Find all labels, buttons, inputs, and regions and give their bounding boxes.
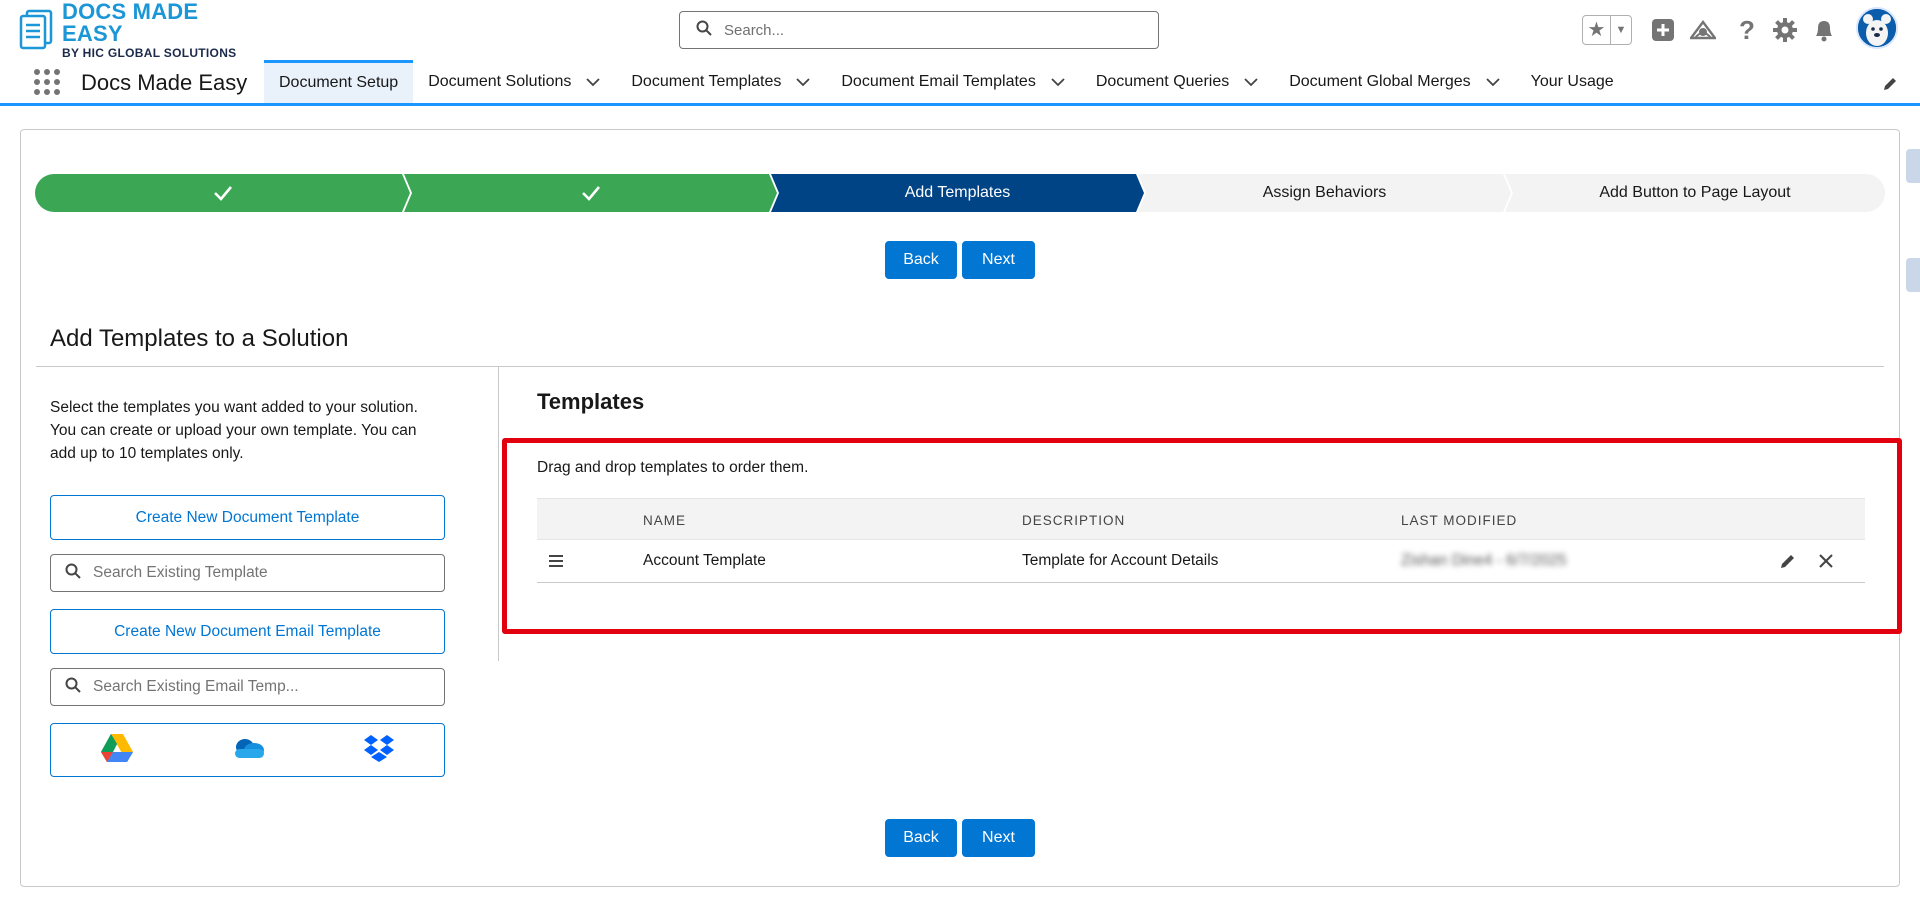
global-actions-add-icon[interactable] <box>1650 17 1676 43</box>
tab-your-usage[interactable]: Your Usage <box>1516 60 1629 103</box>
path-step-3[interactable]: Add Templates <box>771 174 1144 212</box>
table-row[interactable]: Account Template Template for Account De… <box>537 540 1865 583</box>
search-icon <box>65 677 81 698</box>
tab-document-solutions[interactable]: Document Solutions <box>413 60 616 103</box>
global-header: DOCS MADE EASY BY HIC GLOBAL SOLUTIONS ★… <box>0 0 1920 60</box>
drag-drop-instructions: Drag and drop templates to order them. <box>537 459 809 476</box>
app-navigation-bar: Docs Made Easy Document Setup Document S… <box>0 60 1920 106</box>
tab-label: Document Queries <box>1095 72 1230 90</box>
next-button-bottom[interactable]: Next <box>962 819 1035 857</box>
tab-label: Document Templates <box>631 72 782 90</box>
app-name: Docs Made Easy <box>81 70 248 95</box>
search-icon <box>65 563 81 584</box>
back-button-bottom[interactable]: Back <box>885 819 957 857</box>
tab-document-global-merges[interactable]: Document Global Merges <box>1274 60 1515 103</box>
path-step-label: Add Button to Page Layout <box>1599 184 1791 201</box>
path-step-1[interactable] <box>35 174 410 212</box>
help-text: Select the templates you want added to y… <box>50 399 418 462</box>
cloud-upload-sources <box>50 723 445 777</box>
logo-subtitle: BY HIC GLOBAL SOLUTIONS <box>62 46 237 60</box>
template-name-cell: Account Template <box>643 552 766 569</box>
favorites-button[interactable]: ★ ▼ <box>1582 15 1632 45</box>
tab-label: Document Solutions <box>428 72 572 90</box>
global-search-box[interactable] <box>679 11 1159 49</box>
app-launcher-icon[interactable] <box>34 69 60 95</box>
google-drive-icon[interactable] <box>100 733 134 768</box>
app-logo[interactable]: DOCS MADE EASY BY HIC GLOBAL SOLUTIONS <box>18 1 248 59</box>
create-document-email-template-button[interactable]: Create New Document Email Template <box>50 609 445 654</box>
chevron-down-icon[interactable] <box>1050 77 1066 87</box>
chevron-down-icon[interactable] <box>1243 77 1259 87</box>
section-title: Add Templates to a Solution <box>50 325 349 352</box>
tab-document-templates[interactable]: Document Templates <box>616 60 826 103</box>
search-existing-template-input[interactable] <box>91 563 431 583</box>
template-description-cell: Template for Account Details <box>1022 552 1219 569</box>
tab-document-queries[interactable]: Document Queries <box>1081 60 1274 103</box>
edit-pencil-icon[interactable] <box>1780 553 1796 574</box>
path-step-4[interactable]: Assign Behaviors <box>1138 174 1511 212</box>
column-divider <box>498 367 499 661</box>
chevron-down-icon[interactable] <box>795 77 811 87</box>
tab-document-setup[interactable]: Document Setup <box>264 60 414 103</box>
edit-nav-pencil-icon[interactable] <box>1882 76 1898 92</box>
checkmark-icon <box>213 186 232 201</box>
column-header-name[interactable]: NAME <box>643 513 686 528</box>
tab-label: Document Email Templates <box>841 72 1036 90</box>
back-button-top[interactable]: Back <box>885 241 957 279</box>
column-header-description[interactable]: DESCRIPTION <box>1022 513 1125 528</box>
checkmark-icon <box>581 186 600 201</box>
logo-document-icon <box>18 9 56 51</box>
favorites-menu-chevron-icon[interactable]: ▼ <box>1611 24 1631 36</box>
templates-heading: Templates <box>537 389 645 414</box>
tab-label: Document Setup <box>279 74 399 91</box>
tab-document-email-templates[interactable]: Document Email Templates <box>826 60 1080 103</box>
last-modified-cell: Zishan Dine4 - 6/7/2025 <box>1401 552 1567 569</box>
search-icon <box>696 20 712 41</box>
help-icon[interactable]: ? <box>1734 15 1760 45</box>
chevron-down-icon[interactable] <box>585 77 601 87</box>
side-utility-tab[interactable] <box>1906 258 1920 292</box>
create-document-template-button[interactable]: Create New Document Template <box>50 495 445 540</box>
side-utility-tab[interactable] <box>1906 149 1920 183</box>
notifications-bell-icon[interactable] <box>1811 17 1837 43</box>
remove-close-icon[interactable] <box>1818 553 1834 574</box>
search-existing-template-box[interactable] <box>50 554 445 592</box>
setup-path: Add Templates Assign Behaviors Add Butto… <box>35 174 1885 212</box>
nav-tabs: Document Setup Document Solutions Docume… <box>264 60 1629 103</box>
path-step-label: Assign Behaviors <box>1262 184 1387 201</box>
onedrive-icon[interactable] <box>231 737 265 764</box>
trailhead-icon[interactable] <box>1690 17 1716 43</box>
chevron-down-icon[interactable] <box>1485 77 1501 87</box>
path-step-2[interactable] <box>404 174 777 212</box>
dropbox-icon[interactable] <box>363 734 395 767</box>
column-header-last-modified[interactable]: LAST MODIFIED <box>1401 513 1517 528</box>
table-header: NAME DESCRIPTION LAST MODIFIED <box>537 498 1865 540</box>
section-divider <box>36 366 1884 367</box>
next-button-top[interactable]: Next <box>962 241 1035 279</box>
templates-table: NAME DESCRIPTION LAST MODIFIED Account T… <box>537 498 1865 583</box>
path-step-5[interactable]: Add Button to Page Layout <box>1505 174 1885 212</box>
drag-handle-icon[interactable] <box>548 554 564 573</box>
tab-label: Document Global Merges <box>1289 72 1471 90</box>
setup-gear-icon[interactable] <box>1772 17 1798 43</box>
logo-title: DOCS MADE EASY <box>62 0 199 46</box>
search-existing-email-template-box[interactable] <box>50 668 445 706</box>
user-avatar[interactable] <box>1856 7 1898 49</box>
favorites-star-icon[interactable]: ★ <box>1583 16 1611 44</box>
tab-label: Your Usage <box>1530 72 1614 90</box>
search-existing-email-template-input[interactable] <box>91 677 431 697</box>
path-step-label: Add Templates <box>904 184 1011 201</box>
global-search-input[interactable] <box>722 20 1122 40</box>
